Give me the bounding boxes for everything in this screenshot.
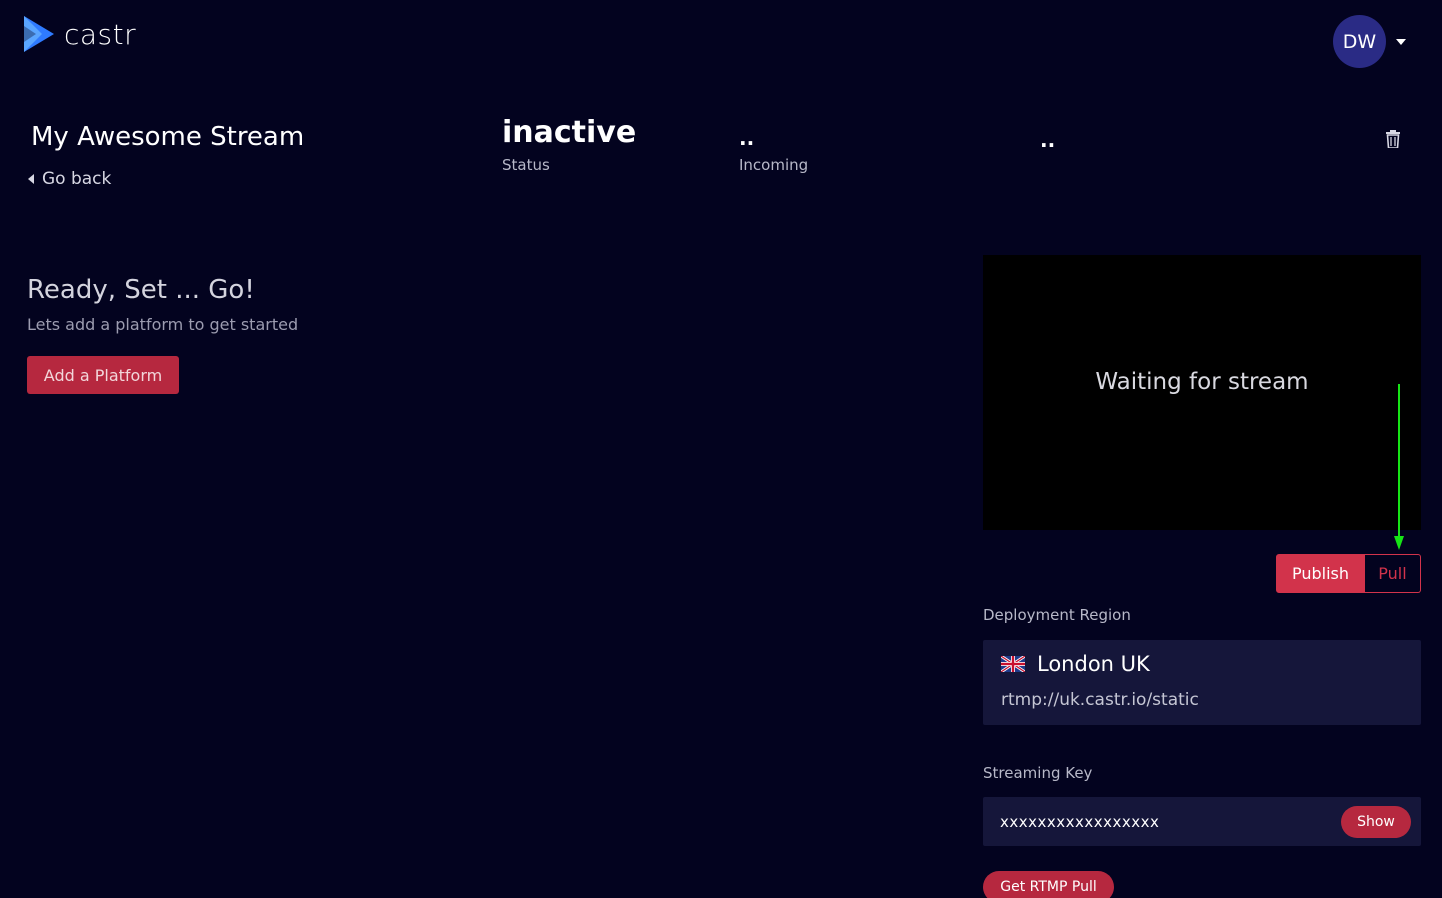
uk-flag-icon — [1001, 656, 1025, 672]
player-message: Waiting for stream — [1095, 368, 1309, 395]
empty-state-subtitle: Lets add a platform to get started — [27, 315, 299, 334]
region-label: Deployment Region — [983, 606, 1131, 624]
go-back-link[interactable]: Go back — [28, 169, 111, 189]
incoming-label: Incoming — [739, 156, 809, 174]
status-label: Status — [502, 156, 550, 174]
add-platform-button[interactable]: Add a Platform — [27, 356, 179, 394]
arrow-down-icon — [1394, 384, 1404, 550]
region-name: London UK — [1037, 652, 1150, 676]
user-menu[interactable]: DW — [1333, 15, 1406, 68]
castr-logo-icon — [24, 16, 54, 52]
page: castr DW My Awesome Stream Go back inact… — [0, 0, 1442, 898]
streaming-key-value[interactable]: xxxxxxxxxxxxxxxxx — [1000, 813, 1341, 831]
pull-tab[interactable]: Pull — [1365, 554, 1421, 593]
go-back-label: Go back — [42, 169, 112, 189]
streaming-key-field[interactable]: xxxxxxxxxxxxxxxxx Show — [983, 797, 1421, 846]
empty-state-title: Ready, Set ... Go! — [27, 275, 255, 305]
brand-name: castr — [64, 17, 137, 51]
chevron-left-icon — [28, 174, 34, 184]
status-value: inactive — [502, 115, 637, 150]
avatar[interactable]: DW — [1333, 15, 1386, 68]
video-player[interactable]: Waiting for stream — [983, 255, 1421, 530]
castr-logo[interactable]: castr — [22, 14, 136, 54]
show-key-button[interactable]: Show — [1341, 805, 1411, 838]
secondary-stat: .. — [1040, 130, 1055, 150]
secondary-stat-value: .. — [1040, 128, 1056, 152]
page-title: My Awesome Stream — [31, 122, 305, 152]
region-selector[interactable]: London UK rtmp://uk.castr.io/static — [983, 640, 1421, 725]
chevron-down-icon[interactable] — [1396, 38, 1406, 45]
incoming-stat: .. Incoming — [739, 128, 808, 174]
status-stat: inactive Status — [502, 115, 637, 175]
stream-mode-toggle: Publish Pull — [1276, 554, 1421, 593]
region-url[interactable]: rtmp://uk.castr.io/static — [1001, 690, 1403, 710]
publish-tab[interactable]: Publish — [1276, 554, 1365, 593]
get-rtmp-pull-button[interactable]: Get RTMP Pull — [983, 871, 1114, 898]
region-row: London UK — [1001, 652, 1403, 676]
streaming-key-label: Streaming Key — [983, 764, 1093, 782]
incoming-value: .. — [739, 126, 755, 150]
trash-icon[interactable] — [1385, 130, 1401, 148]
